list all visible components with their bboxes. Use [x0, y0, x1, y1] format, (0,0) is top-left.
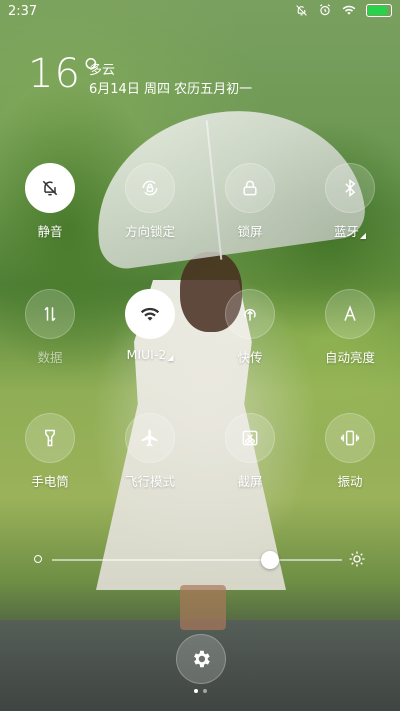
toggle-label-text: 数据 [37, 350, 63, 365]
toggle-label: MIUI-2◢ [127, 347, 174, 362]
toggle-button-vibrate[interactable] [325, 413, 375, 463]
toggle-lock[interactable]: 锁屏 [205, 163, 295, 240]
brightness-track[interactable] [52, 559, 342, 561]
toggle-flashlight[interactable]: 手电筒 [5, 413, 95, 490]
airplane-icon [140, 428, 160, 448]
toggle-label-text: MIUI-2 [126, 347, 167, 362]
toggle-label: 截屏 [237, 471, 262, 490]
toggle-button-data[interactable] [25, 289, 75, 339]
brightness-high-icon [349, 551, 365, 567]
toggle-button-auto-brightness[interactable] [325, 289, 375, 339]
weather-widget[interactable]: 16° 多云 6月14日 周四 农历五月初一 [28, 54, 252, 97]
status-bar: 2:37 [0, 0, 400, 24]
flashlight-icon [40, 428, 60, 448]
vibrate-icon [340, 428, 360, 448]
toggle-label-text: 截屏 [237, 474, 263, 489]
toggle-label-text: 锁屏 [237, 224, 263, 239]
toggle-label-text: 手电筒 [31, 474, 69, 489]
weather-condition: 多云 [89, 63, 116, 78]
bell-off-icon [40, 178, 60, 198]
toggle-auto-brightness[interactable]: 自动亮度 [305, 289, 395, 366]
toggle-button-wifi[interactable] [125, 289, 175, 339]
toggle-label-text: 自动亮度 [324, 350, 375, 365]
toggle-label-text: 飞行模式 [124, 474, 175, 489]
toggle-label: 方向锁定 [125, 221, 175, 240]
bluetooth-icon [340, 178, 360, 198]
wifi-icon [342, 5, 356, 15]
rotation-lock-icon [140, 178, 160, 198]
toggle-button-bluetooth[interactable] [325, 163, 375, 213]
quick-transfer-icon [240, 304, 260, 324]
page-dot [202, 689, 207, 693]
toggle-label: 手电筒 [31, 471, 69, 490]
brightness-knob[interactable] [260, 551, 279, 569]
brightness-slider[interactable] [34, 548, 366, 572]
toggle-rotation-lock[interactable]: 方向锁定 [105, 163, 195, 240]
toggle-label: 飞行模式 [125, 471, 175, 490]
toggle-label-text: 方向锁定 [124, 224, 175, 239]
alarm-icon [320, 4, 330, 16]
toggle-label: 自动亮度 [325, 347, 375, 366]
toggle-label: 数据 [37, 347, 62, 366]
toggle-button-screenshot[interactable] [225, 413, 275, 463]
toggle-bell-off[interactable]: 静音 [5, 163, 95, 240]
status-icons [295, 3, 392, 17]
wifi-icon [140, 304, 160, 324]
date-text: 6月14日 周四 农历五月初一 [89, 82, 253, 97]
gear-icon [194, 650, 210, 668]
brightness-low-icon [34, 555, 42, 563]
expand-caret-icon[interactable]: ◢ [360, 231, 366, 240]
toggle-label: 振动 [337, 471, 362, 490]
toggle-vibrate[interactable]: 振动 [305, 413, 395, 490]
toggle-label-text: 蓝牙 [333, 224, 359, 239]
toggle-button-flashlight[interactable] [25, 413, 75, 463]
toggle-data[interactable]: 数据 [5, 289, 95, 366]
toggle-button-quick-transfer[interactable] [225, 289, 275, 339]
data-icon [40, 304, 60, 324]
lock-icon [240, 178, 260, 198]
expand-caret-icon[interactable]: ◢ [167, 353, 173, 362]
toggle-label: 快传 [237, 347, 262, 366]
screenshot-icon [240, 428, 260, 448]
page-dot [193, 689, 198, 693]
battery-icon [366, 3, 392, 17]
toggle-wifi[interactable]: MIUI-2◢ [105, 289, 195, 362]
toggle-button-airplane[interactable] [125, 413, 175, 463]
background-woman-legs [180, 585, 226, 630]
settings-button[interactable] [176, 634, 226, 684]
toggle-airplane[interactable]: 飞行模式 [105, 413, 195, 490]
toggle-label: 静音 [37, 221, 62, 240]
toggle-label-text: 静音 [37, 224, 63, 239]
battery-fill [368, 5, 387, 15]
toggle-screenshot[interactable]: 截屏 [205, 413, 295, 490]
auto-brightness-icon [340, 304, 360, 324]
toggle-button-rotation-lock[interactable] [125, 163, 175, 213]
toggle-label: 蓝牙◢ [334, 221, 366, 240]
toggle-label: 锁屏 [237, 221, 262, 240]
toggle-quick-transfer[interactable]: 快传 [205, 289, 295, 366]
status-time: 2:37 [8, 4, 38, 19]
mute-icon [296, 4, 307, 16]
toggle-bluetooth[interactable]: 蓝牙◢ [305, 163, 395, 240]
toggle-button-lock[interactable] [225, 163, 275, 213]
toggle-label-text: 振动 [337, 474, 363, 489]
page-indicator [0, 689, 400, 693]
toggle-label-text: 快传 [237, 350, 263, 365]
toggle-button-bell-off[interactable] [25, 163, 75, 213]
